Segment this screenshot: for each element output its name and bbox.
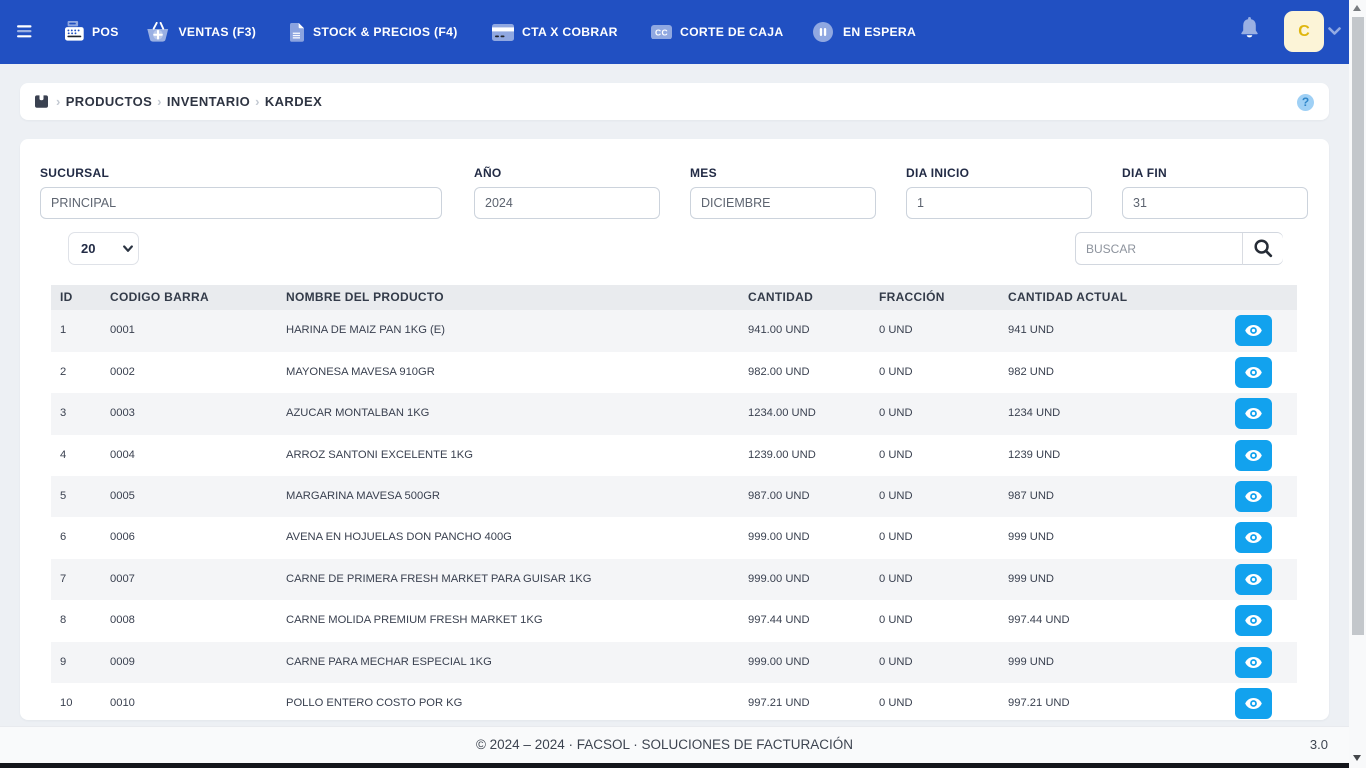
svg-text:CC: CC [655, 27, 668, 37]
